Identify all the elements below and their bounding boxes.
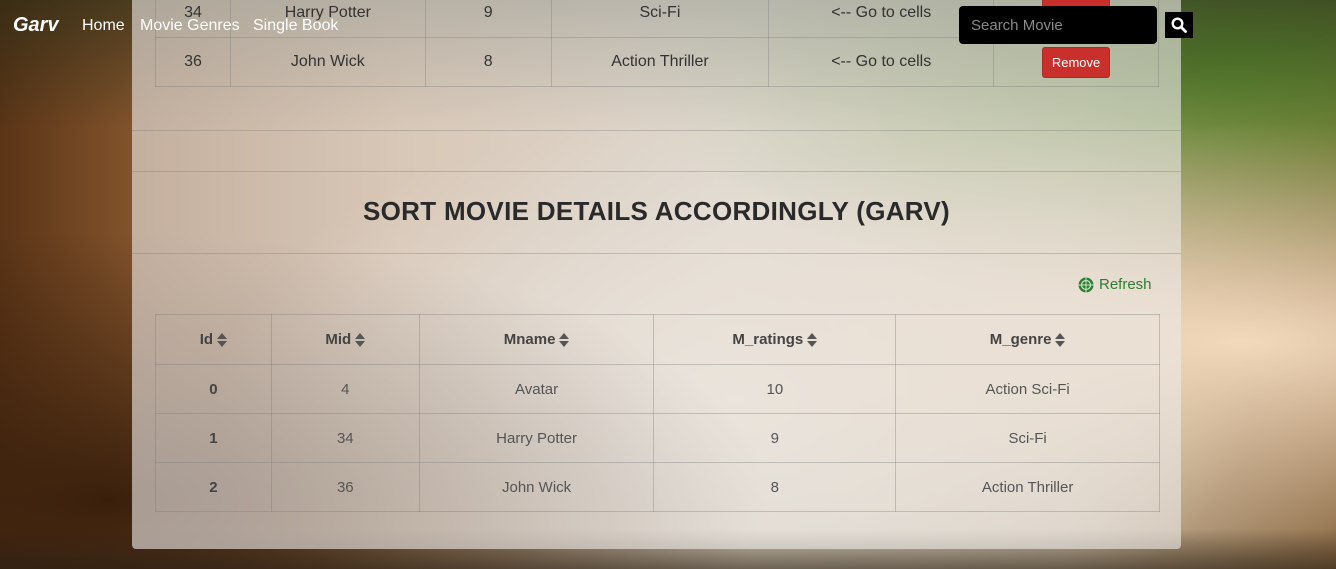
sort-header-mid[interactable]: Mid [270,314,420,365]
cell-m-genre: Sci-Fi [895,413,1160,463]
section-title: SORT MOVIE DETAILS ACCORDINGLY (GARV) [363,196,950,226]
cell-id: 0 [155,364,272,414]
table-row: 36 John Wick 8 Action Thriller <-- Go to… [155,37,1159,87]
search-icon [1171,17,1187,33]
cell-mid: 36 [270,462,420,512]
divider [132,253,1181,254]
header-label: M_ratings [732,331,804,348]
nav-home[interactable]: Home [82,17,125,35]
sort-header-id[interactable]: Id [155,314,272,365]
sort-icon [217,333,228,348]
cell-id: 2 [155,462,272,512]
cell-m-genre: Action Thriller [895,462,1160,512]
header-label: Mid [325,331,352,348]
sort-icon [1055,333,1066,348]
sort-header-m-genre[interactable]: M_genre [895,314,1160,365]
divider [132,130,1181,131]
cell-mname: Harry Potter [418,413,655,463]
refresh-button[interactable]: Refresh [1078,276,1152,293]
cell-mname: John Wick [418,462,655,512]
cell-m-ratings: 10 [653,364,897,414]
sortable-movie-table: Id Mid Mname M_ratings M_genre 0 4 Avata… [155,314,1160,512]
cell-rating: 8 [424,37,552,87]
cell-rating: 9 [424,0,552,38]
cell-genre: Sci-Fi [550,0,770,38]
table-row: 1 34 Harry Potter 9 Sci-Fi [155,413,1160,463]
cell-mid: 34 [270,413,420,463]
refresh-icon [1078,277,1094,293]
search-input[interactable] [959,6,1157,44]
table-row: 0 4 Avatar 10 Action Sci-Fi [155,364,1160,414]
nav-movie-genres[interactable]: Movie Genres [140,17,240,35]
header-label: Mname [503,331,556,348]
cell-genre: Action Thriller [550,37,770,87]
brand-logo[interactable]: Garv [13,14,59,37]
nav-single-book[interactable]: Single Book [253,17,338,35]
cell-m-genre: Action Sci-Fi [895,364,1160,414]
cell-action: Remove [993,37,1159,87]
sort-icon [355,333,366,348]
table-row: 2 36 John Wick 8 Action Thriller [155,462,1160,512]
sort-header-mname[interactable]: Mname [418,314,655,365]
header-label: M_genre [989,331,1052,348]
cell-m-ratings: 8 [653,462,897,512]
cell-m-ratings: 9 [653,413,897,463]
sort-icon [807,333,818,348]
cell-id: 1 [155,413,272,463]
search-button[interactable] [1165,12,1193,38]
divider [132,171,1181,172]
go-to-cells-link[interactable]: <-- Go to cells [768,37,995,87]
cell-name: John Wick [229,37,426,87]
remove-button[interactable]: Remove [1041,46,1111,78]
sort-icon [559,333,570,348]
sort-header-m-ratings[interactable]: M_ratings [653,314,897,365]
refresh-label: Refresh [1099,276,1152,293]
header-label: Id [199,331,214,348]
content-panel: 34 Harry Potter 9 Sci-Fi <-- Go to cells… [132,0,1181,549]
table-header-row: Id Mid Mname M_ratings M_genre [155,314,1160,365]
cell-id: 36 [155,37,231,87]
cell-mname: Avatar [418,364,655,414]
cell-mid: 4 [270,364,420,414]
